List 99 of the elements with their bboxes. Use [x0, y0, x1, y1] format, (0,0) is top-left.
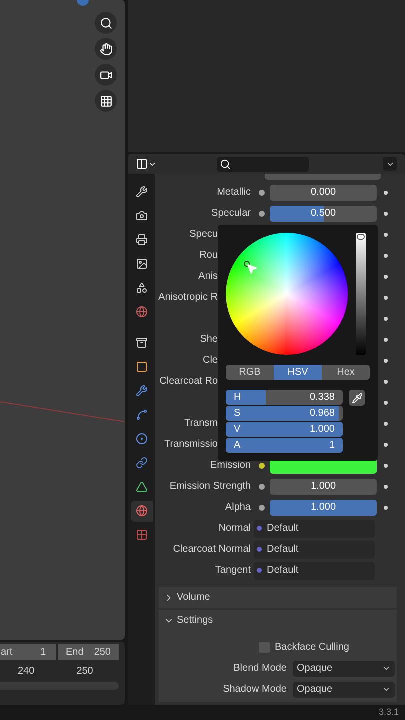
start-label: art: [1, 646, 13, 660]
link-field[interactable]: Default: [254, 562, 375, 580]
caret-icon: [382, 664, 391, 673]
number-field[interactable]: 1.000: [270, 500, 377, 516]
slider-label: H: [234, 391, 242, 405]
circle-dot-icon: [136, 433, 148, 446]
field-value: 0.500: [310, 207, 336, 221]
property-label: Transmissio: [164, 438, 218, 452]
checker-icon: [136, 529, 148, 542]
search-icon: [220, 158, 231, 170]
triangle-icon: [136, 481, 148, 494]
property-label: Clearcoat Normal: [173, 543, 251, 557]
field-value: Default: [267, 543, 299, 557]
properties-tab[interactable]: [130, 501, 152, 522]
start-value: 1: [40, 646, 46, 660]
mode-tab[interactable]: Hex: [322, 365, 370, 380]
field-value: 1.000: [310, 501, 336, 515]
property-label: Emission Strength: [170, 480, 251, 494]
link-icon: [136, 457, 148, 470]
camera-icon: [100, 68, 112, 82]
property-label: She: [200, 333, 218, 347]
slider-label: S: [234, 407, 241, 421]
select-label: Blend Mode: [232, 662, 287, 676]
mouse-pointer-icon: [246, 263, 258, 275]
number-field[interactable]: 0.000: [270, 184, 377, 200]
slider-value: 1: [329, 439, 335, 453]
printer-icon: [136, 234, 148, 246]
search-field[interactable]: [217, 156, 309, 172]
square-icon: [136, 361, 148, 374]
slider-value: 1.000: [310, 423, 335, 437]
slider-label: A: [234, 439, 241, 453]
panel-header[interactable]: Volume: [159, 587, 397, 608]
end-value: 250: [94, 646, 111, 660]
link-field[interactable]: Default: [254, 520, 375, 538]
select-label: Shadow Mode: [222, 683, 287, 697]
panel-header[interactable]: Settings: [159, 610, 397, 631]
options-dropdown[interactable]: [383, 157, 397, 171]
field-value: Default: [267, 522, 299, 536]
wrench-icon: [136, 186, 148, 198]
version-label: 3.3.1: [378, 706, 399, 719]
mode-tab[interactable]: HSV: [274, 365, 322, 380]
link-field[interactable]: Default: [254, 540, 375, 558]
property-label: Metallic: [217, 186, 251, 200]
property-label: Rou: [200, 249, 218, 263]
property-label: Tangent: [215, 564, 251, 578]
eyedropper-button[interactable]: [349, 390, 365, 406]
field-value: 1.000: [310, 480, 336, 494]
property-label: Specular: [212, 207, 251, 221]
select-dropdown[interactable]: Opaque: [293, 682, 395, 698]
sphere-icon: [136, 505, 148, 518]
globe-icon: [136, 306, 148, 318]
editor-type-button[interactable]: [136, 158, 157, 170]
start-field[interactable]: art 1: [0, 644, 56, 660]
hand-icon: [100, 42, 112, 56]
slider-field[interactable]: A 1: [226, 438, 343, 453]
slider-field[interactable]: V 1.000: [226, 422, 343, 437]
spline-icon: [136, 409, 148, 422]
property-label: Clearcoat Ro: [160, 375, 218, 389]
caret-icon: [382, 685, 391, 694]
camera-button[interactable]: [95, 64, 117, 86]
eyedropper-icon: [352, 392, 362, 404]
slider-field[interactable]: S 0.968: [226, 406, 343, 421]
number-field[interactable]: 0.500: [270, 206, 377, 222]
grid-button[interactable]: [95, 90, 117, 112]
wrench-icon: [136, 385, 148, 398]
zoom-icon: [100, 16, 112, 30]
zoom-button[interactable]: [95, 12, 117, 34]
property-label: Specu: [190, 228, 218, 242]
field-value: Default: [267, 564, 299, 578]
image-icon: [136, 258, 148, 270]
mode-tab[interactable]: RGB: [226, 365, 274, 380]
property-label: Cle: [202, 354, 218, 368]
slider-field[interactable]: H 0.338: [226, 390, 343, 405]
slider-value: 0.338: [310, 391, 335, 405]
property-label: Normal: [218, 522, 251, 536]
properties-icon: [136, 158, 148, 170]
grid-icon: [100, 94, 112, 108]
camera-icon: [136, 210, 148, 222]
slider-label: V: [234, 423, 241, 437]
archive-icon: [136, 337, 148, 350]
property-label: Alpha: [225, 501, 251, 515]
frame-number: 250: [76, 664, 94, 678]
slider-value: 0.968: [310, 407, 335, 421]
checkbox-label: Backface Culling: [275, 641, 350, 655]
end-field[interactable]: End 250: [58, 644, 119, 660]
slider-handle[interactable]: [357, 234, 365, 240]
property-label: Anis: [198, 270, 218, 284]
property-label: Emission: [210, 459, 251, 473]
hand-button[interactable]: [95, 38, 117, 60]
shapes-icon: [136, 282, 148, 294]
select-dropdown[interactable]: Opaque: [293, 660, 395, 676]
value-slider[interactable]: [356, 233, 366, 355]
checkbox[interactable]: [259, 642, 270, 653]
property-label: Transm: [184, 417, 218, 431]
end-label: End: [66, 646, 84, 660]
frame-number: 240: [18, 664, 35, 678]
property-label: Anisotropic R: [158, 291, 218, 305]
number-field[interactable]: 1.000: [270, 478, 377, 494]
field-value: 0.000: [310, 186, 336, 200]
